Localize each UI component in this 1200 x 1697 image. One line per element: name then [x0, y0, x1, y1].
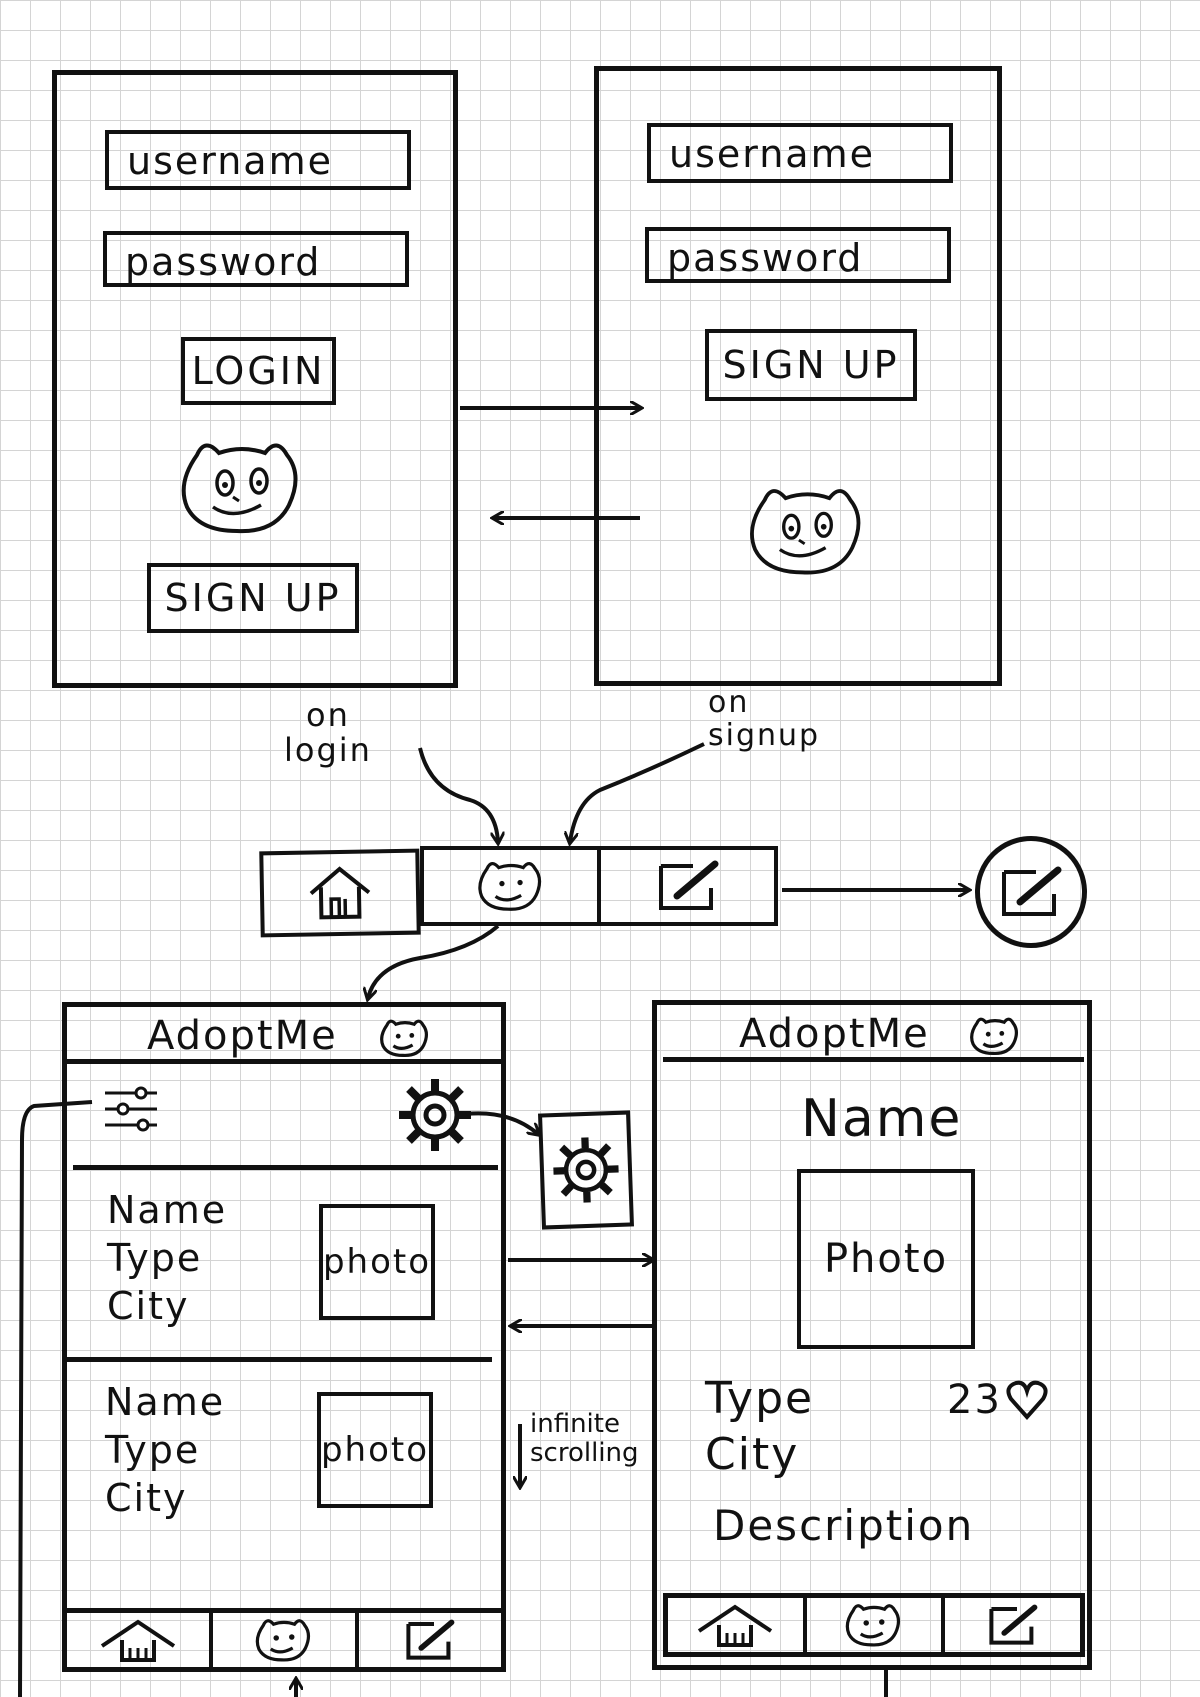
edit-icon [653, 858, 723, 914]
list-screen: AdoptMe Name Type City photo Name Type C… [62, 1002, 506, 1672]
pet-type: Type [705, 1373, 815, 1424]
bear-face-icon [253, 1616, 315, 1664]
bear-face-icon [745, 481, 870, 581]
pet-type: Type [107, 1236, 203, 1280]
app-title: AdoptMe [739, 1011, 930, 1057]
edit-icon [402, 1617, 458, 1663]
gear-icon [547, 1131, 626, 1210]
likes-value: 23 [947, 1377, 1002, 1423]
bottom-tab-bar [663, 1593, 1085, 1657]
heart-icon [1006, 1379, 1048, 1421]
signup-button[interactable]: SIGN UP [147, 563, 359, 633]
bottom-tab-bar [62, 1608, 506, 1672]
nav-bar-post-tab[interactable] [601, 850, 774, 922]
tab-post[interactable] [359, 1613, 501, 1667]
pet-photo: photo [317, 1392, 433, 1508]
pet-name: Name [107, 1188, 228, 1232]
bear-face-icon [843, 1601, 905, 1649]
edit-icon [996, 864, 1066, 920]
login-button[interactable]: LOGIN [181, 337, 336, 405]
pet-photo: photo [319, 1204, 435, 1320]
tab-adopt[interactable] [807, 1598, 946, 1652]
arrow-on-login [418, 747, 498, 842]
pet-city: City [107, 1284, 190, 1328]
arrow-nav-to-list [368, 924, 500, 998]
nav-bar-home-tab[interactable] [259, 848, 421, 938]
signup-button[interactable]: SIGN UP [705, 329, 917, 401]
home-icon [98, 1618, 178, 1662]
tab-adopt[interactable] [213, 1613, 359, 1667]
home-icon [695, 1603, 775, 1647]
arrow-on-signup [570, 742, 705, 842]
post-button[interactable] [975, 836, 1087, 948]
on-signup-label: on signup [708, 685, 821, 753]
bear-face-icon [474, 858, 548, 914]
header-divider [663, 1057, 1085, 1062]
nav-bar-adopt-tab[interactable] [424, 850, 601, 922]
username-input[interactable]: username [647, 123, 953, 183]
tab-post[interactable] [945, 1598, 1080, 1652]
password-input[interactable]: password [645, 227, 951, 283]
header-divider [67, 1059, 501, 1064]
home-icon [304, 862, 375, 923]
tab-home[interactable] [67, 1613, 213, 1667]
edit-icon [985, 1602, 1041, 1648]
settings-screen [538, 1110, 634, 1230]
tab-home[interactable] [668, 1598, 807, 1652]
signup-screen: username password SIGN UP [594, 66, 1002, 686]
bear-face-icon [969, 1015, 1021, 1057]
app-title: AdoptMe [147, 1013, 338, 1059]
on-login-label: on login [284, 696, 372, 770]
pet-type: Type [105, 1428, 201, 1472]
bear-face-icon [379, 1017, 431, 1059]
login-screen: username password LOGIN SIGN UP [52, 70, 458, 688]
bear-face-icon [177, 435, 307, 540]
pet-photo: Photo [797, 1169, 975, 1349]
like-count[interactable]: 23 [947, 1377, 1048, 1423]
pet-name: Name [105, 1380, 226, 1424]
detail-screen: AdoptMe Name Photo Type 23 City Descript… [652, 1000, 1092, 1670]
username-input[interactable]: username [105, 130, 411, 190]
filter-sliders-icon[interactable] [103, 1085, 159, 1135]
list-item[interactable]: Name Type City photo [67, 1170, 501, 1358]
password-input[interactable]: password [103, 231, 409, 287]
infinite-scrolling-note: infinite scrolling [530, 1409, 639, 1468]
pet-name: Name [801, 1089, 963, 1149]
nav-bar [420, 846, 778, 926]
pet-city: City [705, 1429, 800, 1480]
pet-description: Description [713, 1501, 975, 1550]
pet-city: City [105, 1476, 188, 1520]
gear-icon[interactable] [393, 1073, 477, 1157]
list-item[interactable]: Name Type City photo [67, 1362, 501, 1602]
